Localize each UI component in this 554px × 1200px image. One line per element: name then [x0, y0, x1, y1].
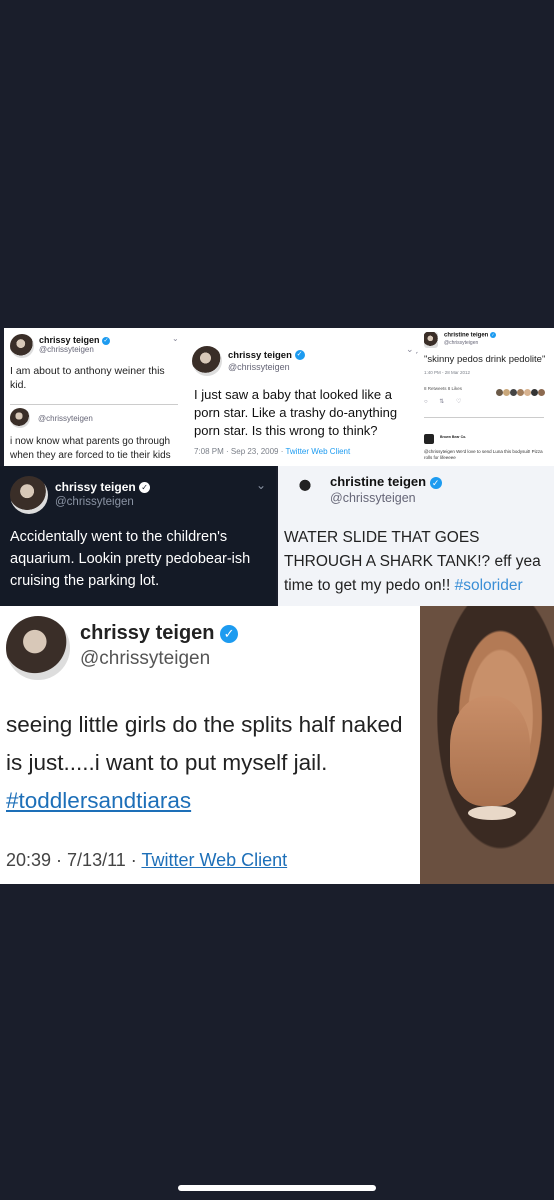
tweet-text: i now know what parents go through when … — [10, 436, 171, 461]
engagement-stats: 8 Retweets 8 Likes — [424, 386, 463, 391]
tweet-text: "skinny pedos drink pedolite" — [424, 354, 546, 365]
display-name: christine teigen — [330, 474, 427, 489]
handle: @chrissyteigen — [39, 345, 94, 354]
hashtag-link[interactable]: #toddlersandtiaras — [6, 788, 191, 813]
timestamp: 1:40 PM - 28 Mar 2012 — [424, 370, 471, 375]
display-name: chrissy teigen — [228, 350, 292, 361]
tweet-text: I am about to anthony weiner this kid. — [10, 365, 165, 391]
tweet-card-5: christine teigen ✓ @chrissyteigen WATER … — [278, 466, 554, 606]
handle: @chrissyteigen — [444, 340, 479, 346]
verified-badge-icon: ✓ — [429, 476, 442, 489]
tweet-text: Accidentally went to the children's aqua… — [10, 529, 251, 589]
reply-author: Brown Bear Co. — [440, 435, 467, 439]
mouth-shape — [468, 806, 516, 820]
action-bar: ○ ⇅ ♡ — [424, 398, 544, 405]
tweet-text: WATER SLIDE THAT GOES THROUGH A SHARK TA… — [284, 526, 552, 598]
divider — [424, 417, 544, 418]
display-name: chrissy teigen — [80, 622, 215, 644]
avatar — [424, 434, 434, 444]
handle: @chrissyteigen — [55, 496, 134, 508]
avatar — [6, 616, 70, 680]
tweet-card-3: christine teigen ✓ @chrissyteigen ⌄ "ski… — [416, 328, 554, 466]
liker-avatars — [496, 383, 552, 396]
verified-badge-icon: ✓ — [220, 624, 239, 643]
avatar — [10, 476, 48, 514]
verified-badge-icon: ✓ — [294, 350, 305, 361]
verified-badge-icon: ✓ — [102, 336, 111, 345]
avatar — [10, 334, 34, 358]
display-name: christine teigen — [444, 332, 489, 339]
handle: @chrissyteigen — [228, 362, 290, 372]
handle: @chrissyteigen — [80, 648, 211, 669]
tweet-body: seeing little girls do the splits half n… — [6, 712, 403, 775]
chevron-down-icon[interactable]: ⌄ — [406, 344, 414, 355]
timestamp: 20:39 · 7/13/11 · — [6, 850, 142, 870]
tweet-text: seeing little girls do the splits half n… — [6, 706, 418, 820]
home-indicator[interactable] — [178, 1185, 376, 1191]
verified-badge-icon: ✓ — [139, 482, 151, 494]
tweet-text: I just saw a baby that looked like a por… — [194, 387, 398, 438]
divider — [10, 404, 178, 405]
reply-icon[interactable]: ○ — [424, 399, 428, 405]
display-name: chrissy teigen — [39, 335, 100, 345]
avatar — [192, 346, 222, 376]
hashtag-link[interactable]: #solorider — [455, 577, 523, 594]
like-icon[interactable]: ♡ — [456, 399, 461, 405]
face-photo — [420, 606, 554, 884]
tweet-meta: 20:39 · 7/13/11 · Twitter Web Client — [6, 850, 287, 871]
verified-badge-icon: ✓ — [490, 332, 497, 338]
avatar — [10, 408, 30, 428]
avatar — [424, 332, 438, 348]
retweet-icon[interactable]: ⇅ — [439, 399, 444, 405]
chevron-down-icon[interactable]: ⌄ — [416, 346, 420, 357]
handle: @chrissyteigen — [38, 414, 93, 423]
tweet-card-1: chrissy teigen ✓ @chrissyteigen ⌄ I am a… — [4, 328, 184, 466]
tweet-card-4: chrissy teigen ✓ @chrissyteigen ⌄ Accide… — [0, 466, 276, 606]
tweet-card-6: chrissy teigen ✓ @chrissyteigen seeing l… — [0, 606, 420, 884]
reply-text: @chrissyteigen We'd love to send Luna th… — [424, 449, 543, 460]
chevron-down-icon[interactable]: ⌄ — [172, 334, 179, 343]
handle: @chrissyteigen — [330, 491, 416, 505]
avatar — [288, 472, 322, 510]
tweet-meta: 7:08 PM · Sep 23, 2009 · Twitter Web Cli… — [194, 447, 350, 456]
client-link[interactable]: Twitter Web Client — [141, 850, 287, 870]
timestamp: 7:08 PM · Sep 23, 2009 · — [194, 447, 286, 456]
face-shape — [450, 696, 530, 806]
chevron-down-icon[interactable]: ⌄ — [256, 478, 266, 492]
display-name: chrissy teigen — [55, 480, 136, 494]
client-link[interactable]: Twitter Web Client — [285, 447, 350, 456]
tweet-card-2: chrissy teigen ✓ @chrissyteigen ⌄ I just… — [184, 328, 416, 466]
